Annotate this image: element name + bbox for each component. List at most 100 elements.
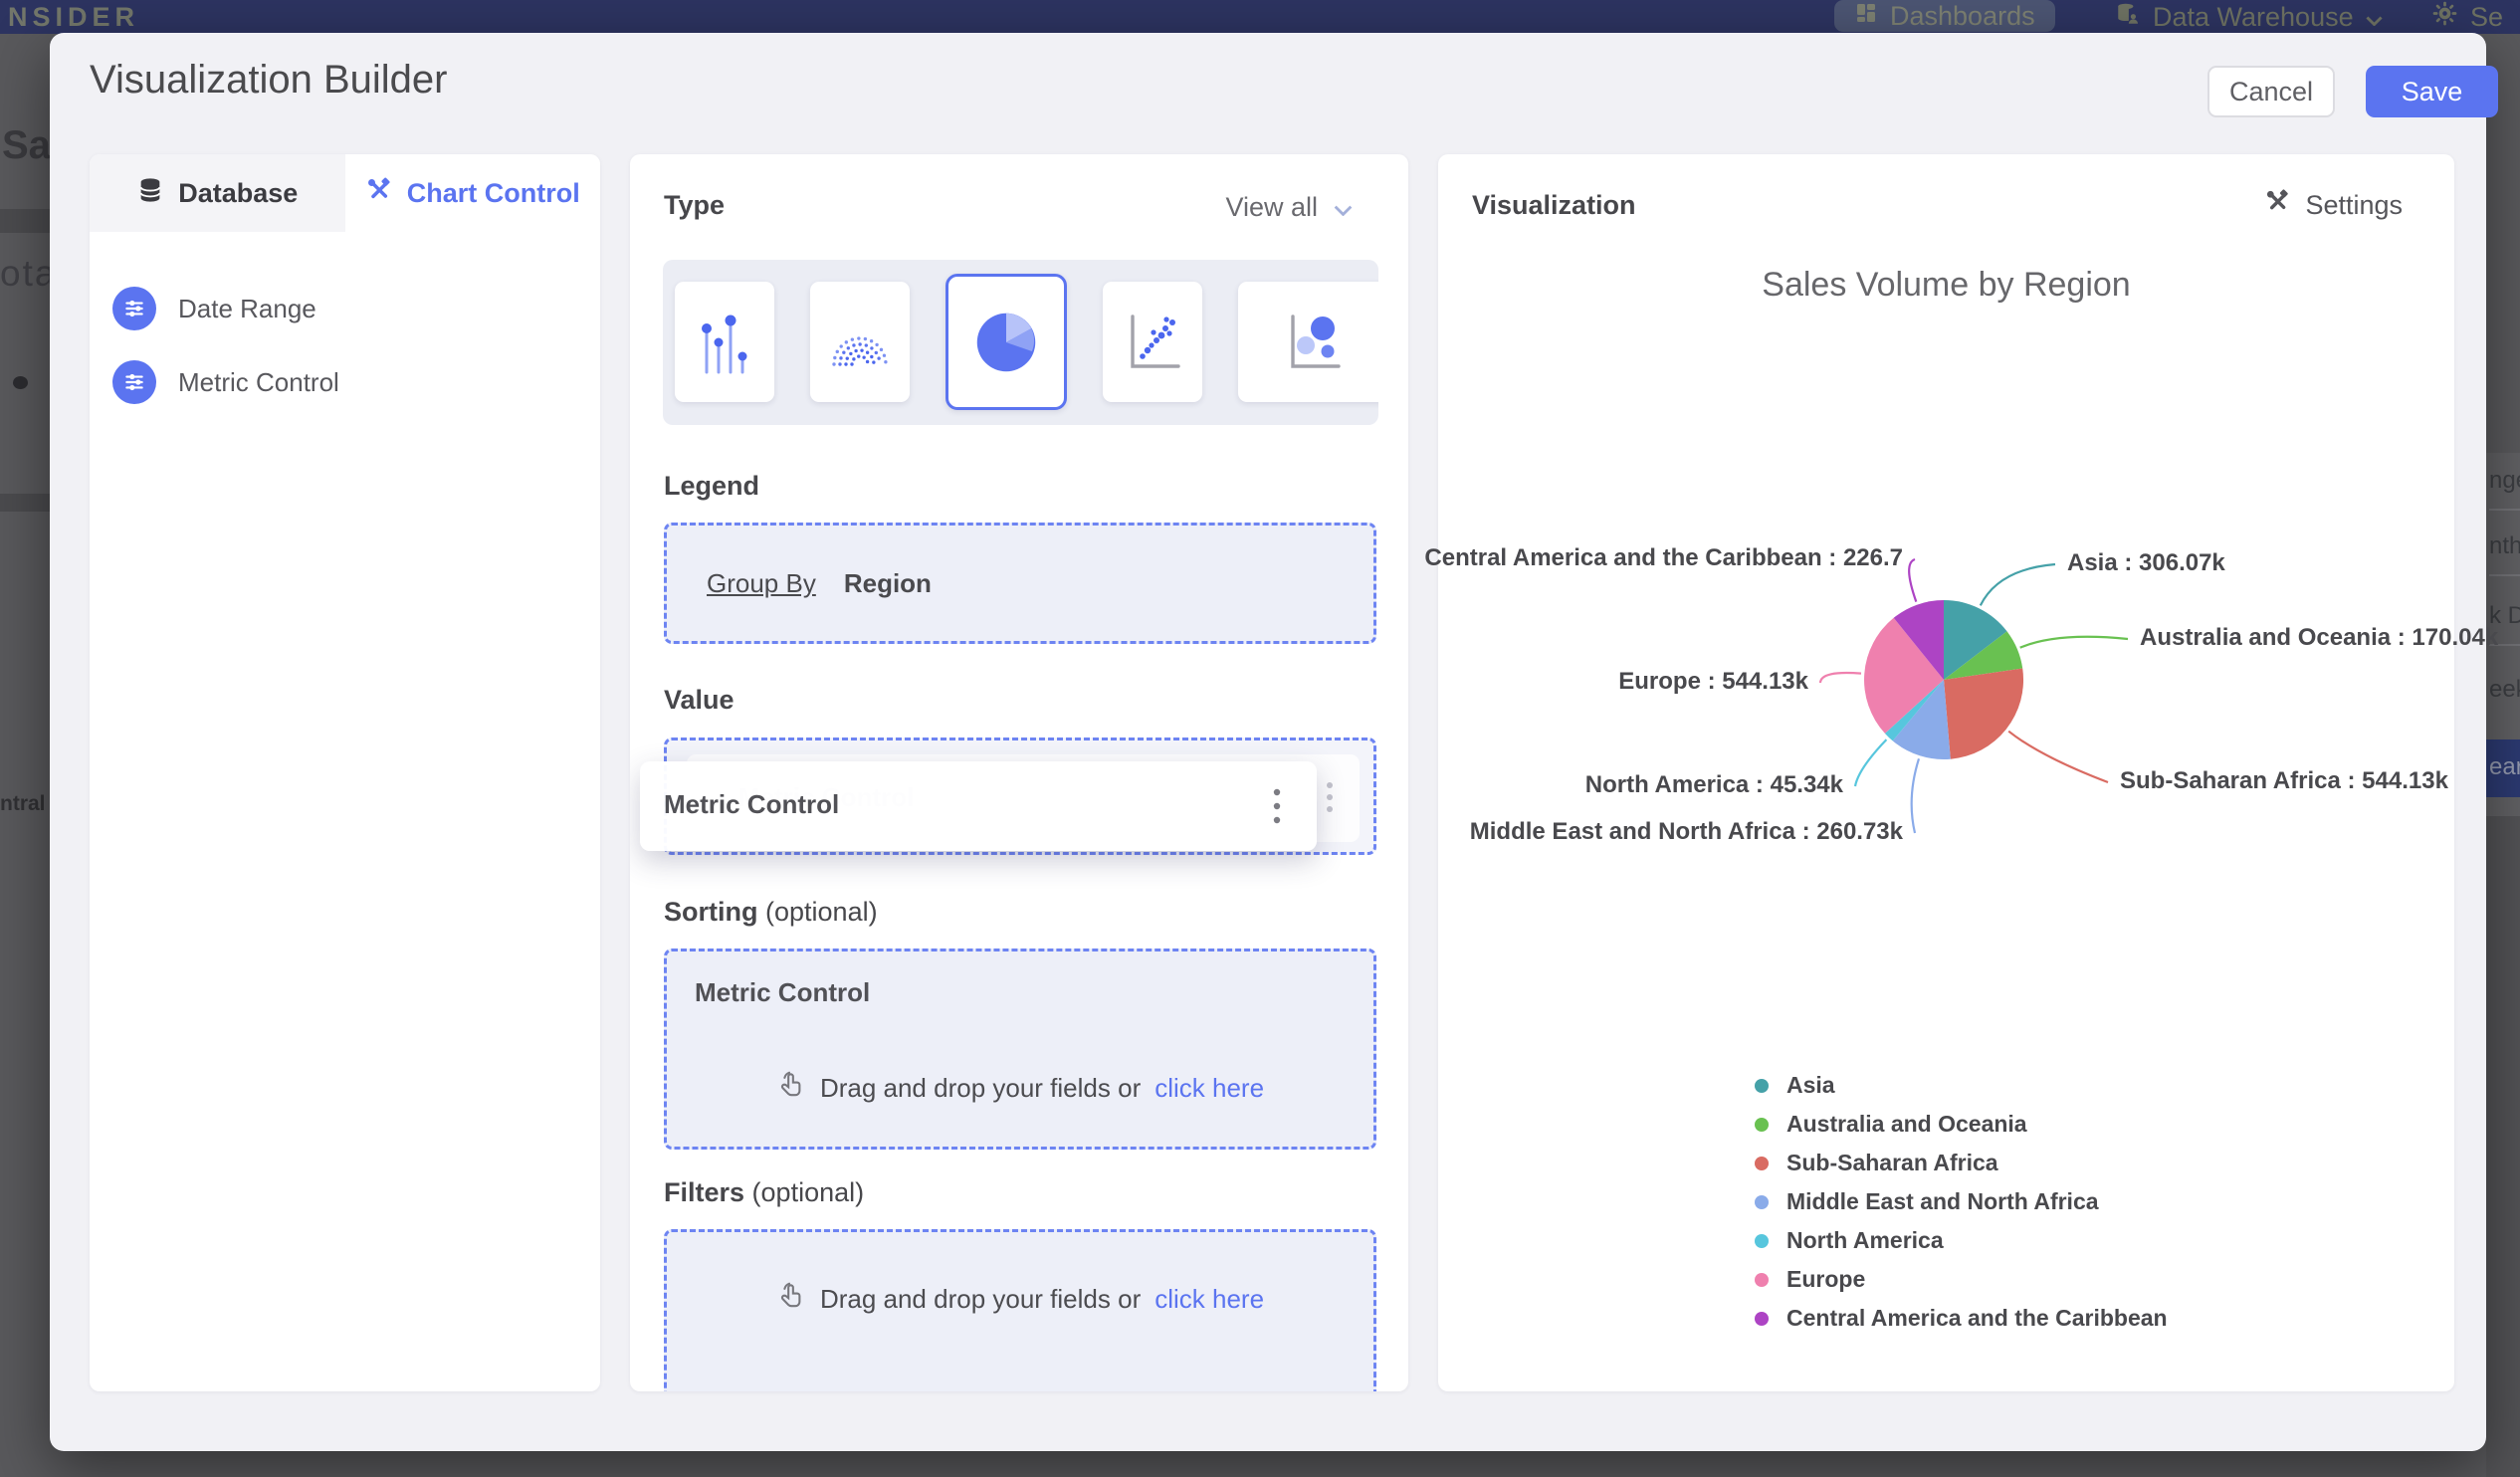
group-by-dropzone[interactable]: Group By Region bbox=[664, 523, 1376, 644]
legend-item[interactable]: Europe bbox=[1755, 1260, 2168, 1299]
chart-type-bubble[interactable] bbox=[1238, 282, 1378, 402]
visualization-panel: Visualization Settings Sales Volume by R… bbox=[1424, 154, 2498, 1391]
dropzone-click-here-link[interactable]: click here bbox=[1155, 1073, 1264, 1104]
legend-item[interactable]: Asia bbox=[1755, 1066, 2168, 1105]
tap-icon bbox=[776, 1069, 806, 1108]
legend-item-label: Europe bbox=[1786, 1266, 1866, 1292]
view-all-label: View all bbox=[1225, 192, 1318, 222]
chart-type-pie[interactable] bbox=[945, 274, 1067, 410]
nav-dashboards-label: Dashboards bbox=[1890, 0, 2035, 31]
background-divider bbox=[0, 209, 50, 233]
menu-divider bbox=[2489, 509, 2520, 511]
group-by-value[interactable]: Region bbox=[844, 568, 932, 599]
chevron-down-icon bbox=[1334, 192, 1353, 223]
fields-panel: Database Chart Control Date Range Metric… bbox=[90, 154, 600, 1391]
database-icon bbox=[136, 176, 164, 211]
nav-settings-label: Se bbox=[2470, 1, 2504, 32]
save-button[interactable]: Save bbox=[2366, 66, 2498, 117]
pie-label: Central America and the Caribbean : 226.… bbox=[1424, 544, 1903, 571]
chart-type-lollipop[interactable] bbox=[675, 282, 774, 402]
value-field-label: Metric Control bbox=[664, 789, 840, 819]
background-text-fragment: ota bbox=[0, 253, 58, 294]
tap-icon bbox=[776, 1280, 806, 1319]
sidebar-item-label: Metric Control bbox=[178, 366, 339, 397]
nav-data-warehouse-button[interactable]: Data Warehouse bbox=[2115, 0, 2383, 34]
pie-label-leader bbox=[1853, 738, 1888, 787]
chart-type-picker bbox=[663, 260, 1378, 425]
group-by-label[interactable]: Group By bbox=[707, 568, 816, 599]
legend-item[interactable]: Australia and Oceania bbox=[1755, 1105, 2168, 1144]
tab-database[interactable]: Database bbox=[90, 154, 345, 232]
pie-label: Europe : 544.13k bbox=[1618, 668, 1808, 695]
value-field-drag-card[interactable]: Metric Control bbox=[640, 761, 1317, 851]
tab-chart-control-label: Chart Control bbox=[406, 177, 580, 208]
legend-dot bbox=[1755, 1078, 1769, 1093]
chart-config-panel: Type View all Legend Group By Region Val… bbox=[630, 154, 1408, 1391]
chart-type-scatter[interactable] bbox=[1103, 282, 1202, 402]
background-divider bbox=[0, 494, 50, 512]
value-section-header: Value bbox=[664, 685, 735, 715]
legend-dot bbox=[1755, 1233, 1769, 1248]
filters-section-header: Filters (optional) bbox=[664, 1177, 865, 1207]
fields-panel-tabs: Database Chart Control bbox=[90, 154, 600, 232]
background-area bbox=[2486, 816, 2520, 1477]
sorting-dropzone[interactable]: Metric Control Drag and drop your fields… bbox=[664, 949, 1376, 1150]
legend-item[interactable]: North America bbox=[1755, 1221, 2168, 1260]
menu-item-selected: ear bbox=[2486, 739, 2520, 797]
view-all-dropdown[interactable]: View all bbox=[1225, 192, 1353, 223]
legend-section-header: Legend bbox=[664, 471, 760, 501]
sliders-icon bbox=[112, 287, 156, 330]
kebab-menu-icon[interactable] bbox=[1273, 787, 1281, 830]
menu-item-fragment: nth bbox=[2489, 532, 2520, 559]
sorting-section-header: Sorting (optional) bbox=[664, 897, 878, 927]
pie-label-leader bbox=[2019, 635, 2129, 649]
pie-slice[interactable] bbox=[1944, 668, 2024, 759]
nav-dashboards-button[interactable]: Dashboards bbox=[1834, 0, 2055, 32]
pie-label-leader bbox=[1818, 671, 1862, 684]
kebab-menu-icon bbox=[1326, 780, 1334, 819]
pie-label: Middle East and North Africa : 260.73k bbox=[1469, 818, 1903, 845]
dashboard-icon bbox=[1854, 1, 1878, 32]
filters-dropzone[interactable]: Drag and drop your fields or click here bbox=[664, 1229, 1376, 1391]
data-warehouse-icon bbox=[2115, 1, 2141, 34]
nav-settings-button[interactable]: Se bbox=[2431, 0, 2503, 34]
tab-database-label: Database bbox=[178, 177, 299, 208]
pie-label: Australia and Oceania : 170.04k bbox=[2140, 624, 2499, 651]
tab-chart-control[interactable]: Chart Control bbox=[344, 154, 600, 232]
legend-dot bbox=[1755, 1272, 1769, 1287]
pie-label-leader bbox=[2007, 730, 2109, 784]
legend-dot bbox=[1755, 1156, 1769, 1170]
dropzone-click-here-link[interactable]: click here bbox=[1155, 1284, 1264, 1315]
sidebar-item-metric-control[interactable]: Metric Control bbox=[112, 360, 339, 404]
pie-label-leader bbox=[1979, 562, 2056, 606]
legend-item[interactable]: Sub-Saharan Africa bbox=[1755, 1144, 2168, 1182]
pie-label-leader bbox=[1910, 757, 1921, 834]
legend-item[interactable]: Central America and the Caribbean bbox=[1755, 1299, 2168, 1338]
cancel-button[interactable]: Cancel bbox=[2207, 66, 2335, 117]
sidebar-item-label: Date Range bbox=[178, 293, 316, 323]
chart-legend: Asia Australia and Oceania Sub-Saharan Afr… bbox=[1755, 1066, 2168, 1338]
chevron-down-icon bbox=[2366, 2, 2383, 33]
menu-item-fragment: eek bbox=[2489, 676, 2520, 703]
sorting-field-label: Metric Control bbox=[695, 977, 871, 1007]
type-section-header: Type bbox=[664, 190, 726, 220]
legend-item-label: Asia bbox=[1786, 1072, 1835, 1098]
chart-type-arc-dots[interactable] bbox=[810, 282, 910, 402]
legend-dot bbox=[1755, 1311, 1769, 1326]
tools-icon bbox=[365, 176, 393, 211]
dropzone-text: Drag and drop your fields or bbox=[819, 1284, 1142, 1314]
dropzone-text: Drag and drop your fields or bbox=[819, 1073, 1142, 1103]
gear-icon bbox=[2431, 0, 2458, 34]
legend-item[interactable]: Middle East and North Africa bbox=[1755, 1182, 2168, 1221]
sidebar-item-date-range[interactable]: Date Range bbox=[112, 287, 316, 330]
legend-item-label: Australia and Oceania bbox=[1786, 1111, 2027, 1137]
pie-label-leader bbox=[1908, 557, 1918, 602]
background-text-fragment: ntral bbox=[0, 792, 46, 815]
optional-suffix: (optional) bbox=[765, 897, 878, 927]
menu-item-fragment: ear bbox=[2489, 753, 2520, 780]
page-title: Visualization Builder bbox=[90, 58, 448, 102]
sliders-icon bbox=[112, 360, 156, 404]
nav-data-warehouse-label: Data Warehouse bbox=[2153, 1, 2354, 32]
pie-label: North America : 45.34k bbox=[1584, 771, 1843, 798]
background-bullet-dot bbox=[13, 376, 28, 389]
